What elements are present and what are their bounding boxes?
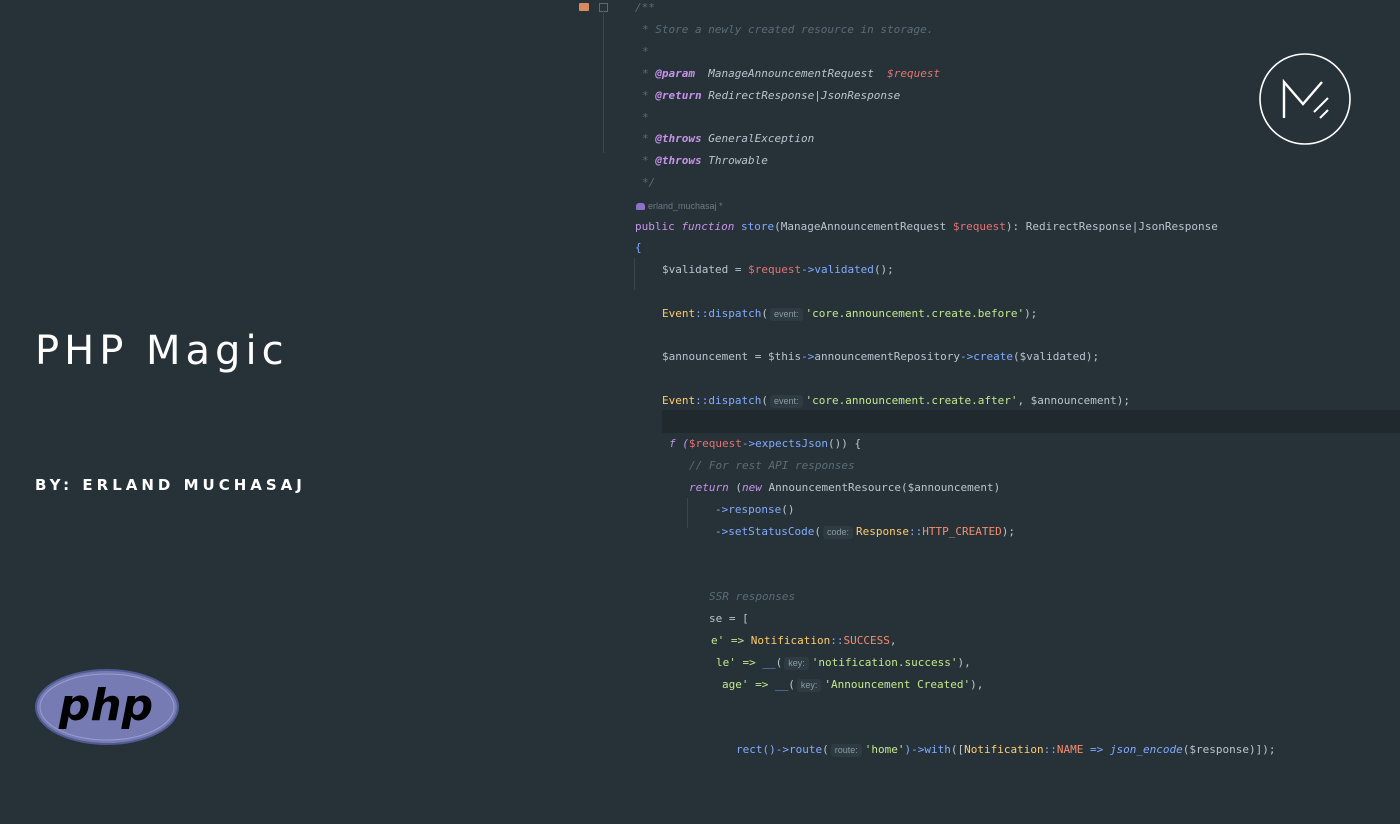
author-annotation[interactable]: erland_muchasaj *	[636, 199, 723, 213]
code-line: // For rest API responses	[689, 459, 855, 472]
code-line: * Store a newly created resource in stor…	[642, 23, 934, 36]
code-line: $validated = $request->validated();	[662, 263, 894, 276]
code-line: /**	[635, 1, 655, 14]
code-line: f ($request->expectsJson()) {	[669, 437, 862, 450]
book-icon[interactable]	[579, 3, 589, 11]
code-line: Event::dispatch(event:'core.announcement…	[662, 307, 1038, 321]
param-hint: code:	[822, 526, 853, 539]
page-title: PHP Magic	[35, 328, 289, 374]
code-line: * @throws Throwable	[642, 154, 768, 167]
param-hint: event:	[769, 395, 803, 408]
code-line: se = [	[709, 612, 749, 625]
code-line: * @param ManageAnnouncementRequest $requ…	[642, 67, 941, 80]
m-slash-logo-icon	[1259, 53, 1351, 145]
code-line: */	[642, 176, 656, 189]
param-hint: key:	[796, 679, 822, 692]
code-line: $announcement = $this->announcementRepos…	[662, 350, 1100, 363]
code-line: e' => Notification::SUCCESS,	[711, 634, 897, 647]
php-logo-text: php	[58, 680, 153, 731]
return-guide	[687, 498, 688, 528]
code-editor[interactable]: /** * Store a newly created resource in …	[0, 0, 1275, 757]
current-line-highlight	[662, 410, 1400, 433]
code-line: age' => __(key: 'Announcement Created'),	[722, 678, 984, 692]
code-line: * @throws GeneralException	[642, 132, 815, 145]
code-line: *	[642, 111, 649, 124]
code-line: ->response()	[715, 503, 795, 516]
code-line: public function store(ManageAnnouncement…	[635, 220, 1218, 233]
code-line: * @return RedirectResponse|JsonResponse	[642, 89, 901, 102]
code-line: return (new AnnouncementResource($announ…	[689, 481, 1001, 494]
param-hint: event:	[769, 308, 803, 321]
brace-guide	[634, 258, 635, 290]
code-line: Event::dispatch(event:'core.announcement…	[662, 394, 1131, 408]
code-line: le' => __(key:'notification.success'),	[716, 656, 971, 670]
user-group-icon	[636, 203, 645, 211]
code-line: ->setStatusCode(code: Response::HTTP_CREA…	[715, 525, 1015, 539]
param-hint: key:	[784, 657, 809, 670]
author-byline: BY: ERLAND MUCHASAJ	[35, 476, 306, 494]
fold-guide	[603, 10, 604, 153]
code-line: {	[635, 241, 642, 254]
code-line: SSR responses	[709, 590, 796, 603]
param-hint: route:	[830, 744, 862, 757]
code-line: rect()->route(route:'home')->with([Notif…	[736, 743, 1276, 757]
php-logo-icon: php	[35, 669, 179, 745]
code-line: *	[642, 45, 649, 58]
